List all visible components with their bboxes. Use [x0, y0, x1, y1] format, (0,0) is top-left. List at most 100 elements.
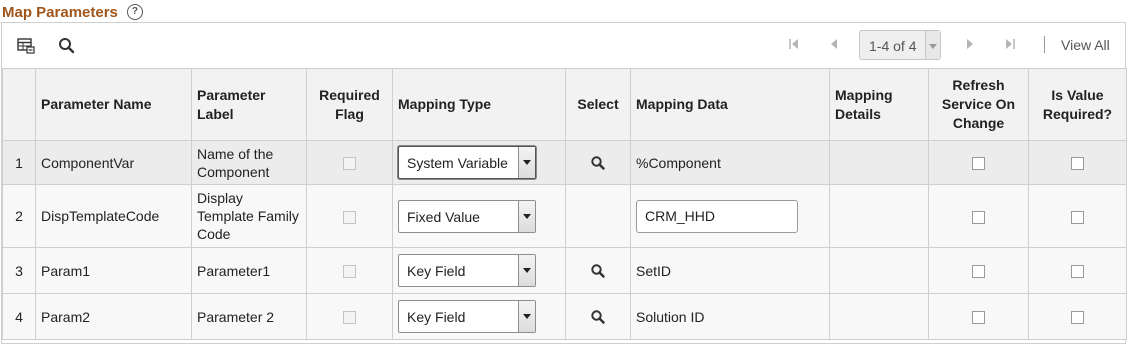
- mapping-type-value: Key Field: [407, 263, 466, 279]
- required-flag-cell: [306, 293, 393, 340]
- row-number: 3: [2, 247, 36, 294]
- chevron-down-icon[interactable]: [925, 31, 940, 59]
- mapping-data: SetID: [630, 247, 830, 294]
- section-title: Map Parameters: [2, 3, 118, 21]
- last-page-icon[interactable]: [1001, 35, 1019, 53]
- lookup-search-icon[interactable]: [589, 308, 607, 326]
- refresh-cell: [928, 140, 1029, 185]
- mapping-details: [829, 184, 929, 248]
- map-parameters-grid: 1-4 of 4 View All Parameter Name Paramet…: [1, 22, 1127, 344]
- col-header-mapping-details: Mapping Details: [829, 68, 929, 141]
- required-flag-checkbox: [343, 265, 356, 279]
- refresh-cell: [928, 293, 1029, 340]
- chevron-down-icon[interactable]: [518, 200, 535, 232]
- mapping-type-select[interactable]: Key Field: [398, 300, 536, 333]
- is-value-required-checkbox[interactable]: [1071, 210, 1084, 224]
- view-all-link[interactable]: View All: [1061, 37, 1110, 53]
- mapping-data: %Component: [630, 140, 830, 185]
- is-value-required-cell: [1028, 184, 1127, 248]
- col-header-mapping-data: Mapping Data: [630, 68, 830, 141]
- select-cell: [565, 184, 631, 248]
- help-icon[interactable]: ?: [126, 4, 143, 20]
- mapping-type-value: Fixed Value: [407, 208, 480, 225]
- mapping-data-input[interactable]: [636, 199, 798, 233]
- parameters-table: Parameter Name Parameter Label Required …: [2, 68, 1127, 340]
- col-header-parameter-name: Parameter Name: [35, 68, 192, 141]
- mapping-type-value: Key Field: [407, 309, 466, 325]
- is-value-required-cell: [1028, 247, 1127, 294]
- refresh-cell: [928, 184, 1029, 248]
- mapping-type-select[interactable]: Fixed Value: [398, 199, 536, 233]
- select-cell: [565, 140, 631, 185]
- row-range-text: 1-4 of 4: [869, 38, 917, 54]
- mapping-type-select[interactable]: System Variable: [398, 146, 536, 179]
- parameter-name: Param1: [35, 247, 192, 294]
- refresh-service-checkbox[interactable]: [972, 265, 985, 279]
- mapping-type-select[interactable]: Key Field: [398, 254, 536, 287]
- parameter-name: DispTemplateCode: [35, 184, 192, 248]
- col-header-is-value-required: Is Value Required?: [1028, 68, 1127, 141]
- parameter-label: Parameter 2: [191, 293, 307, 340]
- lookup-search-icon[interactable]: [589, 262, 607, 280]
- required-flag-cell: [306, 247, 393, 294]
- parameter-name: Param2: [35, 293, 192, 340]
- first-page-icon[interactable]: [785, 35, 803, 53]
- personalize-grid-icon[interactable]: [16, 36, 36, 56]
- refresh-cell: [928, 247, 1029, 294]
- table-row: 1 ComponentVar Name of the Component Sys…: [2, 140, 1127, 185]
- col-header-row-number: [2, 68, 36, 141]
- row-number: 2: [2, 184, 36, 248]
- is-value-required-cell: [1028, 140, 1127, 185]
- toolbar-divider: [1044, 36, 1045, 53]
- section-header: Map Parameters ?: [2, 2, 143, 22]
- parameter-name: ComponentVar: [35, 140, 192, 185]
- col-header-required-flag: Required Flag: [306, 68, 393, 141]
- lookup-search-icon[interactable]: [589, 154, 607, 172]
- mapping-type-cell: System Variable: [392, 140, 566, 185]
- refresh-service-checkbox[interactable]: [972, 311, 985, 325]
- mapping-type-cell: Key Field: [392, 293, 566, 340]
- parameter-label: Name of the Component: [191, 140, 307, 185]
- required-flag-cell: [306, 140, 393, 185]
- is-value-required-cell: [1028, 293, 1127, 340]
- col-header-parameter-label: Parameter Label: [191, 68, 307, 141]
- select-cell: [565, 293, 631, 340]
- previous-page-icon[interactable]: [825, 35, 843, 53]
- required-flag-checkbox: [343, 210, 356, 224]
- select-cell: [565, 247, 631, 294]
- refresh-service-checkbox[interactable]: [972, 157, 985, 171]
- mapping-data: Solution ID: [630, 293, 830, 340]
- mapping-details: [829, 247, 929, 294]
- table-row: 3 Param1 Parameter1 Key Field SetID: [2, 247, 1127, 294]
- table-row: 4 Param2 Parameter 2 Key Field Solution …: [2, 293, 1127, 340]
- col-header-refresh-service: Refresh Service On Change: [928, 68, 1029, 141]
- mapping-details: [829, 140, 929, 185]
- parameter-label: Parameter1: [191, 247, 307, 294]
- is-value-required-checkbox[interactable]: [1071, 311, 1084, 325]
- parameter-label: Display Template Family Code: [191, 184, 307, 248]
- required-flag-checkbox: [343, 157, 356, 171]
- row-number: 4: [2, 293, 36, 340]
- mapping-type-cell: Key Field: [392, 247, 566, 294]
- is-value-required-checkbox[interactable]: [1071, 265, 1084, 279]
- mapping-type-value: System Variable: [407, 155, 508, 171]
- next-page-icon[interactable]: [961, 35, 979, 53]
- mapping-type-cell: Fixed Value: [392, 184, 566, 248]
- col-header-select: Select: [565, 68, 631, 141]
- refresh-service-checkbox[interactable]: [972, 210, 985, 224]
- chevron-down-icon[interactable]: [518, 255, 535, 286]
- required-flag-checkbox: [343, 311, 356, 325]
- table-row: 2 DispTemplateCode Display Template Fami…: [2, 184, 1127, 248]
- grid-toolbar: 1-4 of 4 View All: [2, 23, 1125, 68]
- table-header-row: Parameter Name Parameter Label Required …: [2, 68, 1127, 141]
- is-value-required-checkbox[interactable]: [1071, 157, 1084, 171]
- chevron-down-icon[interactable]: [518, 147, 535, 178]
- row-number: 1: [2, 140, 36, 185]
- required-flag-cell: [306, 184, 393, 248]
- row-range-dropdown[interactable]: 1-4 of 4: [859, 30, 941, 60]
- find-icon[interactable]: [57, 36, 77, 56]
- mapping-data-cell: [630, 184, 830, 248]
- chevron-down-icon[interactable]: [518, 301, 535, 332]
- mapping-details: [829, 293, 929, 340]
- col-header-mapping-type: Mapping Type: [392, 68, 566, 141]
